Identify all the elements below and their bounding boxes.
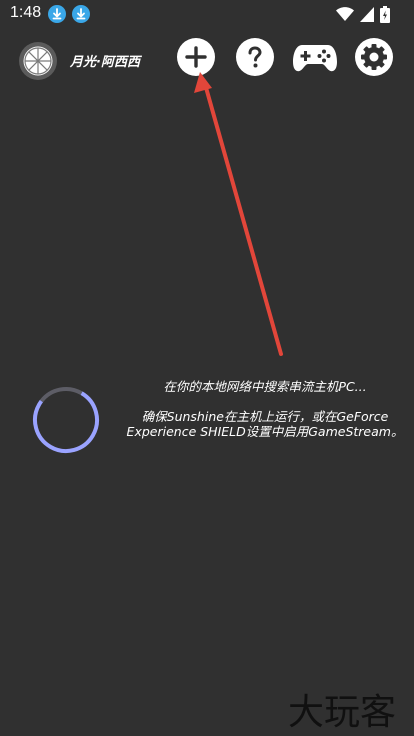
svg-text:大玩客: 大玩客	[288, 692, 396, 730]
download-icon	[72, 5, 90, 23]
status-icons	[336, 5, 390, 23]
loading-spinner	[33, 387, 99, 454]
pc-name: 月光·阿西西	[70, 55, 140, 70]
wifi-icon	[336, 6, 354, 21]
download-icon	[48, 5, 66, 23]
gear-icon	[361, 44, 387, 70]
plus-icon	[185, 46, 207, 68]
search-status-text: 在你的本地网络中搜索串流主机PC... 确保Sunshine在主机上运行，或在G…	[120, 379, 410, 439]
status-time: 1:48	[10, 4, 42, 21]
question-icon	[248, 46, 262, 68]
status-bar: 1:48	[0, 0, 414, 28]
watermark-logo: 大玩客	[288, 692, 396, 730]
signal-icon	[360, 6, 374, 22]
search-hint: 确保Sunshine在主机上运行，或在GeForce Experience SH…	[126, 409, 404, 439]
add-pc-button[interactable]	[177, 38, 215, 76]
gamepad-icon[interactable]	[292, 40, 338, 74]
help-button[interactable]	[236, 38, 274, 76]
search-title: 在你的本地网络中搜索串流主机PC...	[163, 379, 367, 394]
toolbar: 月光·阿西西	[0, 38, 414, 82]
settings-button[interactable]	[355, 38, 393, 76]
moonlight-logo-icon	[19, 42, 57, 80]
battery-icon	[380, 5, 390, 23]
annotation-arrow	[194, 72, 283, 356]
